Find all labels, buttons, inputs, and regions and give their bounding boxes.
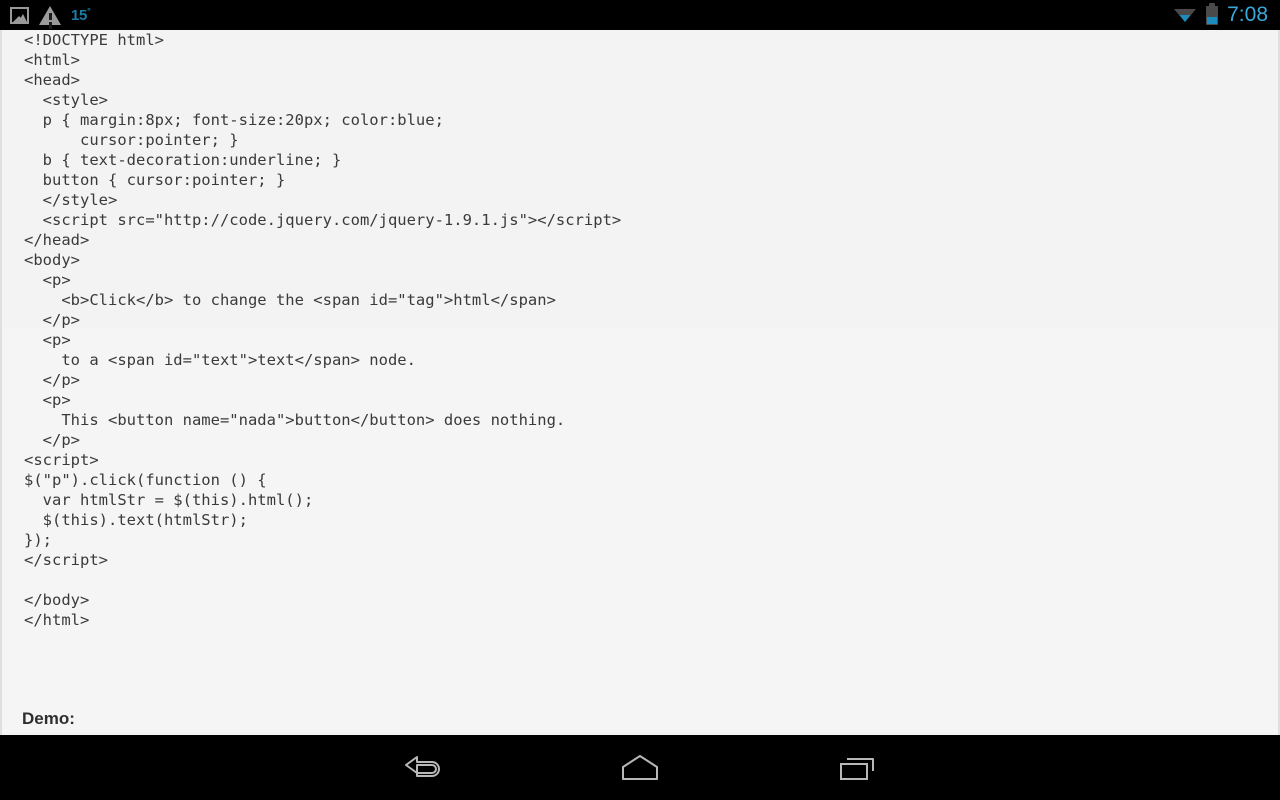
- recent-apps-icon: [840, 757, 874, 780]
- status-bar-left-group: 15°: [0, 0, 91, 30]
- status-bar-clock[interactable]: 7:08: [1227, 0, 1268, 30]
- battery-icon[interactable]: [1206, 2, 1219, 25]
- wifi-icon[interactable]: [1173, 6, 1197, 24]
- browser-webview[interactable]: <!DOCTYPE html> <html> <head> <style> p …: [0, 30, 1280, 735]
- home-icon: [622, 754, 658, 780]
- nav-recent-apps-button[interactable]: [792, 735, 922, 800]
- warning-triangle-icon[interactable]: [39, 5, 61, 25]
- temperature-unit: °: [87, 6, 91, 16]
- screenshot-image-icon[interactable]: [10, 6, 29, 24]
- code-listing: <!DOCTYPE html> <html> <head> <style> p …: [24, 31, 622, 629]
- demo-heading: Demo:: [22, 709, 75, 728]
- temperature-indicator[interactable]: 15°: [71, 6, 91, 24]
- back-icon: [405, 755, 440, 777]
- web-page-content: <!DOCTYPE html> <html> <head> <style> p …: [2, 30, 1278, 735]
- nav-back-button[interactable]: [359, 735, 489, 800]
- nav-home-button[interactable]: [575, 735, 705, 800]
- android-tablet-screen: 15° 7:08 <!DOCTYPE html> <html> <head> <…: [0, 0, 1280, 800]
- temperature-value: 15: [71, 7, 88, 24]
- status-bar-right-group: 7:08: [1173, 0, 1280, 30]
- android-navigation-bar: [0, 735, 1280, 800]
- status-bar: 15° 7:08: [0, 0, 1280, 30]
